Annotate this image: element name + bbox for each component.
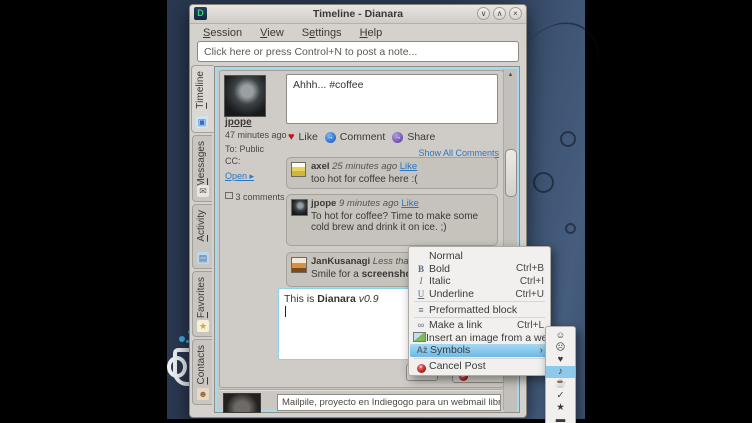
messages-icon: ✉ xyxy=(197,185,209,197)
underline-icon: U xyxy=(413,289,429,299)
avatar[interactable] xyxy=(291,199,308,216)
menu-separator xyxy=(414,317,545,318)
comment-text: To hot for coffee? Time to make some col… xyxy=(311,211,491,233)
post-cc-field: CC: xyxy=(225,156,241,166)
post-timestamp: 47 minutes ago xyxy=(225,130,287,140)
cup-steam-dot xyxy=(179,336,185,342)
window-buttons: ∨ ∧ × xyxy=(477,7,522,20)
link-icon: ∞ xyxy=(413,320,429,330)
menu-item-cancel-post[interactable]: × Cancel Post xyxy=(409,360,550,373)
bold-icon: B xyxy=(413,264,429,274)
post-author-link[interactable]: jpope xyxy=(225,117,252,128)
contacts-icon: ☻ xyxy=(197,388,209,400)
window-title: Timeline - Dianara xyxy=(190,5,526,23)
tab-favorites[interactable]: Favorites ★ xyxy=(192,271,212,337)
like-button[interactable]: Like xyxy=(299,131,318,143)
symbol-frown[interactable]: ☹ xyxy=(546,342,575,354)
menubar: Session View Settings Help xyxy=(190,24,526,41)
tab-activity[interactable]: Activity ▤ xyxy=(192,204,212,269)
menu-separator xyxy=(414,358,545,359)
menu-item-preformatted-block[interactable]: ≡ Preformatted block xyxy=(409,303,550,316)
scroll-up-arrow[interactable]: ▲ xyxy=(504,70,517,81)
share-button[interactable]: Share xyxy=(407,131,435,143)
menu-item-insert-image[interactable]: Insert an image from a web site xyxy=(409,332,550,345)
wallpaper-circle-decoration xyxy=(560,131,576,147)
menu-separator xyxy=(414,301,545,302)
next-post-content: Mailpile, proyecto en Indiegogo para un … xyxy=(277,394,501,411)
menu-view[interactable]: View xyxy=(251,26,293,40)
symbols-icon: Až xyxy=(414,345,430,355)
tab-contacts[interactable]: Contacts ☻ xyxy=(192,339,212,405)
symbol-star[interactable]: ★ xyxy=(546,402,575,414)
wallpaper-circle-decoration xyxy=(565,223,576,234)
menu-settings[interactable]: Settings xyxy=(293,26,351,40)
comment-author[interactable]: jpope xyxy=(311,198,336,209)
avatar[interactable] xyxy=(291,162,306,177)
post-note-input[interactable] xyxy=(197,41,519,62)
comment-timestamp: 9 minutes ago xyxy=(339,198,399,209)
timeline-icon: ▣ xyxy=(196,116,208,128)
close-button[interactable]: × xyxy=(509,7,522,20)
image-icon xyxy=(413,332,426,342)
comment-button[interactable]: Comment xyxy=(340,131,386,143)
activity-icon: ▤ xyxy=(197,252,209,264)
like-comment-link[interactable]: Like xyxy=(401,198,418,209)
symbol-coffee[interactable]: ☕ xyxy=(546,378,575,390)
comment-author[interactable]: axel xyxy=(311,161,330,172)
symbols-submenu: ☺ ☹ ♥ ♪ ☕ ✓ ★ ▬ xyxy=(545,326,576,423)
menu-session[interactable]: Session xyxy=(194,26,251,40)
menu-item-underline[interactable]: U Underline Ctrl+U xyxy=(409,288,550,301)
avatar[interactable] xyxy=(224,75,266,117)
menu-item-make-a-link[interactable]: ∞ Make a link Ctrl+L xyxy=(409,319,550,332)
screenshot-stage: D Timeline - Dianara ∨ ∧ × Session View … xyxy=(0,0,752,423)
post-content: Ahhh... #coffee xyxy=(286,74,498,124)
menu-item-bold[interactable]: B Bold Ctrl+B xyxy=(409,263,550,276)
comments-icon xyxy=(225,192,233,199)
symbol-heart[interactable]: ♥ xyxy=(546,354,575,366)
cancel-post-icon: × xyxy=(417,364,426,373)
symbol-smiley[interactable]: ☺ xyxy=(546,330,575,342)
like-comment-link[interactable]: Like xyxy=(400,161,417,172)
comment-item: jpope 9 minutes ago Like To hot for coff… xyxy=(286,194,498,246)
maximize-button[interactable]: ∧ xyxy=(493,7,506,20)
scrollbar-thumb[interactable] xyxy=(505,149,517,197)
submenu-arrow-icon: › xyxy=(540,345,543,356)
comment-timestamp: 25 minutes ago xyxy=(332,161,397,172)
symbol-bar[interactable]: ▬ xyxy=(546,414,575,423)
avatar[interactable] xyxy=(291,257,307,273)
preformatted-icon: ≡ xyxy=(413,305,429,315)
comment-text: too hot for coffee here :( xyxy=(311,174,491,185)
comments-count: 3 comments xyxy=(225,192,285,202)
minimize-button[interactable]: ∨ xyxy=(477,7,490,20)
symbol-note[interactable]: ♪ xyxy=(546,366,575,378)
open-post-link[interactable]: Open ▸ xyxy=(225,171,254,182)
heart-icon: ♥ xyxy=(288,131,295,143)
app-icon: D xyxy=(194,7,207,20)
format-context-menu: Normal B Bold Ctrl+B I Italic Ctrl+I U U… xyxy=(408,246,551,376)
share-icon: → xyxy=(392,132,403,143)
wallpaper-circle-decoration xyxy=(533,172,554,193)
tab-timeline[interactable]: Timeline ▣ xyxy=(191,65,214,133)
italic-icon: I xyxy=(413,276,429,286)
post-separator xyxy=(219,389,503,391)
post-actions: ♥ Like → Comment → Share xyxy=(288,131,435,143)
comment-author[interactable]: JanKusanagi xyxy=(311,256,370,267)
text-cursor xyxy=(285,306,286,317)
menu-item-normal[interactable]: Normal xyxy=(409,250,550,263)
menu-item-italic[interactable]: I Italic Ctrl+I xyxy=(409,275,550,288)
post-to-field: To: Public xyxy=(225,144,264,154)
titlebar[interactable]: D Timeline - Dianara ∨ ∧ × xyxy=(190,5,526,24)
favorites-icon: ★ xyxy=(197,320,209,332)
menu-help[interactable]: Help xyxy=(351,26,392,40)
tab-messages[interactable]: Messages ✉ xyxy=(192,135,212,202)
avatar[interactable] xyxy=(223,393,261,413)
comment-item: axel 25 minutes ago Like too hot for cof… xyxy=(286,157,498,189)
comment-icon: → xyxy=(325,132,336,143)
symbol-check[interactable]: ✓ xyxy=(546,390,575,402)
menu-item-symbols[interactable]: Až Symbols › xyxy=(410,344,549,357)
